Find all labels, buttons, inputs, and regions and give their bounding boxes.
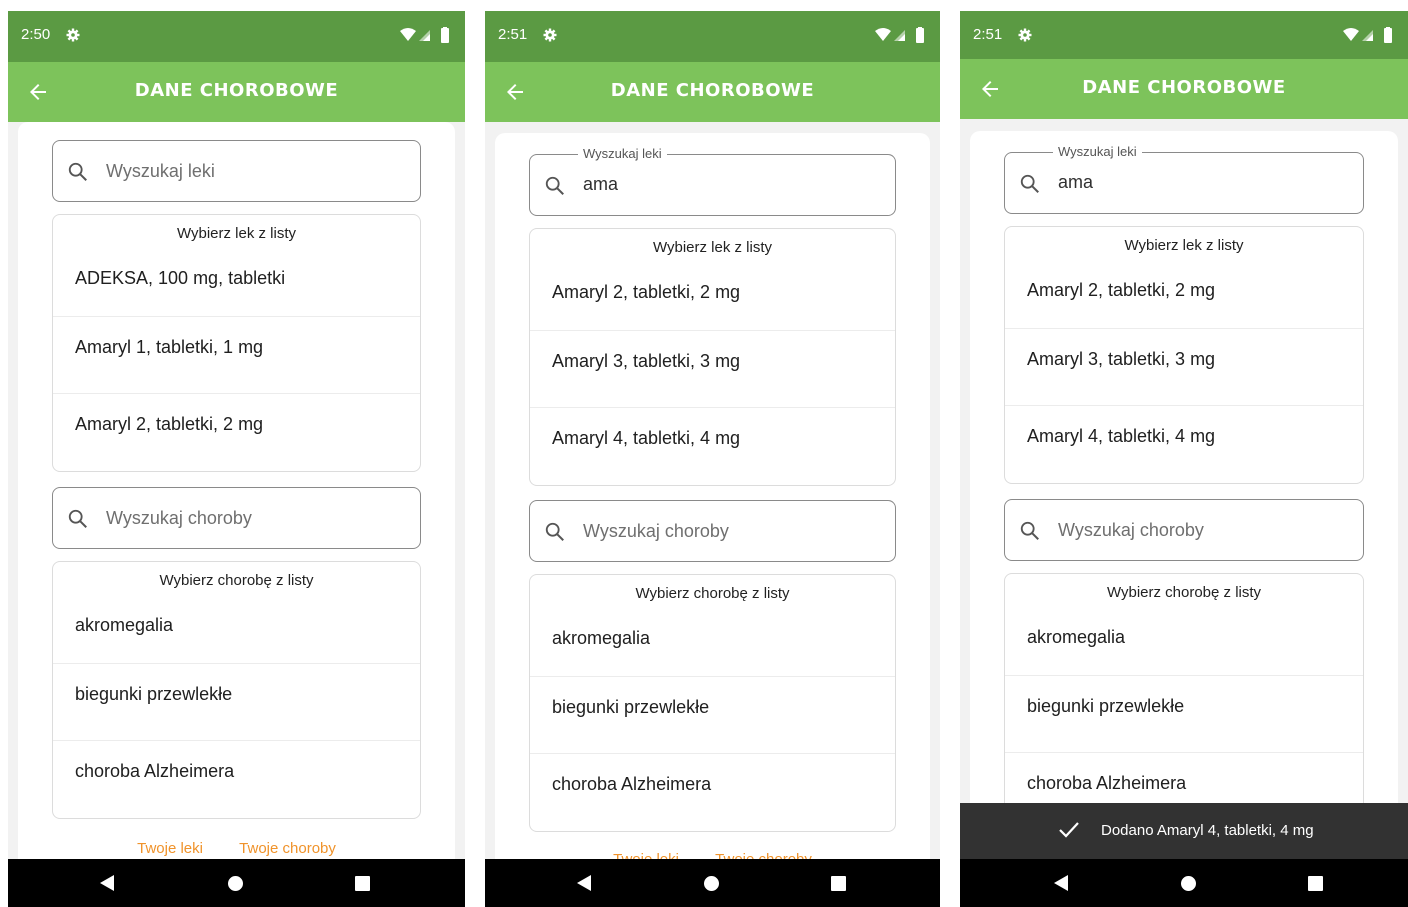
- content-card: Wyszukaj leki ama Wybierz lek z listy Am…: [495, 133, 930, 907]
- disease-list: Wybierz chorobę z listy akromegalia bieg…: [529, 574, 896, 832]
- search-icon: [545, 522, 564, 541]
- disease-list: Wybierz chorobę z listy akromegalia bieg…: [1004, 573, 1364, 831]
- disease-list-item[interactable]: choroba Alzheimera: [53, 741, 420, 818]
- status-bar: 2:51: [485, 11, 940, 62]
- navigation-bar: [960, 859, 1408, 907]
- status-time: 2:50: [21, 26, 51, 43]
- disease-list-item[interactable]: biegunki przewlekłe: [53, 664, 420, 741]
- app-title: DANE CHOROBOWE: [610, 80, 815, 101]
- disease-list-title: Wybierz chorobę z listy: [1106, 584, 1262, 601]
- search-icon: [1020, 521, 1039, 540]
- wifi-signal-battery-icon: [875, 27, 924, 43]
- disease-list-item[interactable]: biegunki przewlekłe: [1005, 676, 1363, 753]
- settings-icon: [543, 28, 557, 42]
- drug-list: Wybierz lek z listy ADEKSA, 100 mg, tabl…: [52, 214, 421, 472]
- drug-search-input[interactable]: Wyszukaj leki: [52, 140, 421, 202]
- disease-list-item[interactable]: biegunki przewlekłe: [530, 677, 895, 754]
- disease-search-placeholder: Wyszukaj choroby: [106, 508, 252, 528]
- drug-list-item[interactable]: Amaryl 4, tabletki, 4 mg: [1005, 406, 1363, 483]
- status-bar: 2:50: [8, 11, 465, 62]
- navigation-bar: [8, 859, 465, 907]
- status-time: 2:51: [973, 26, 1003, 43]
- phone-screen-2: 2:51 DANE CHOROBOWE Wyszukaj leki ama Wy…: [485, 11, 940, 907]
- footer-links: Twoje leki Twoje choroby: [18, 840, 455, 857]
- search-icon: [1020, 174, 1039, 193]
- my-drugs-link[interactable]: Twoje leki: [137, 840, 203, 857]
- content-card: Wyszukaj leki ama Wybierz lek z listy Am…: [970, 131, 1398, 907]
- nav-back-icon[interactable]: [1054, 875, 1068, 891]
- drug-list-title: Wybierz lek z listy: [652, 239, 773, 256]
- disease-list-title: Wybierz chorobę z listy: [159, 572, 314, 589]
- disease-list-item[interactable]: akromegalia: [53, 597, 420, 664]
- disease-list-title: Wybierz chorobę z listy: [635, 585, 790, 602]
- checkmark-icon: [1059, 822, 1079, 838]
- disease-list: Wybierz chorobę z listy akromegalia bieg…: [52, 561, 421, 819]
- drug-search-value: ama: [583, 174, 619, 194]
- disease-search-input[interactable]: Wyszukaj choroby: [52, 487, 421, 549]
- drug-list-title: Wybierz lek z listy: [1124, 237, 1244, 254]
- nav-recents-icon[interactable]: [831, 876, 846, 891]
- drug-search-label: Wyszukaj leki: [1053, 144, 1142, 159]
- search-icon: [68, 509, 87, 528]
- drug-list-item[interactable]: Amaryl 2, tabletki, 2 mg: [530, 264, 895, 331]
- drug-list-title: Wybierz lek z listy: [176, 225, 297, 242]
- settings-icon: [66, 28, 80, 42]
- content-card: Wyszukaj leki Wybierz lek z listy ADEKSA…: [18, 122, 455, 907]
- app-bar: DANE CHOROBOWE: [485, 62, 940, 122]
- navigation-bar: [485, 859, 940, 907]
- app-title: DANE CHOROBOWE: [134, 80, 339, 101]
- drug-list-item[interactable]: Amaryl 3, tabletki, 3 mg: [530, 331, 895, 408]
- drug-list-item[interactable]: Amaryl 3, tabletki, 3 mg: [1005, 329, 1363, 406]
- wifi-signal-battery-icon: [1343, 27, 1392, 43]
- drug-search-value: ama: [1058, 172, 1094, 192]
- nav-home-icon[interactable]: [704, 876, 719, 891]
- nav-back-icon[interactable]: [577, 875, 591, 891]
- drug-list: Wybierz lek z listy Amaryl 2, tabletki, …: [529, 228, 896, 486]
- nav-home-icon[interactable]: [228, 876, 243, 891]
- drug-search-label: Wyszukaj leki: [578, 146, 667, 161]
- drug-list-item[interactable]: Amaryl 4, tabletki, 4 mg: [530, 408, 895, 485]
- drug-list-item[interactable]: Amaryl 1, tabletki, 1 mg: [53, 317, 420, 394]
- status-time: 2:51: [498, 26, 528, 43]
- disease-search-input[interactable]: Wyszukaj choroby: [529, 500, 896, 562]
- disease-list-item[interactable]: akromegalia: [1005, 609, 1363, 676]
- snackbar-message: Dodano Amaryl 4, tabletki, 4 mg: [1101, 822, 1314, 839]
- search-icon: [545, 176, 564, 195]
- my-diseases-link[interactable]: Twoje choroby: [239, 840, 336, 857]
- phone-screen-3: 2:51 DANE CHOROBOWE Wyszukaj leki ama Wy…: [960, 11, 1408, 907]
- nav-recents-icon[interactable]: [1308, 876, 1323, 891]
- drug-list-item[interactable]: ADEKSA, 100 mg, tabletki: [53, 250, 420, 317]
- drug-search-placeholder: Wyszukaj leki: [106, 161, 215, 181]
- drug-list: Wybierz lek z listy Amaryl 2, tabletki, …: [1004, 226, 1364, 484]
- disease-list-item[interactable]: akromegalia: [530, 610, 895, 677]
- nav-back-icon[interactable]: [100, 875, 114, 891]
- drug-search-input[interactable]: Wyszukaj leki ama: [529, 146, 896, 216]
- nav-home-icon[interactable]: [1181, 876, 1196, 891]
- drug-list-item[interactable]: Amaryl 2, tabletki, 2 mg: [1005, 262, 1363, 329]
- status-bar: 2:51: [960, 11, 1408, 59]
- app-bar: DANE CHOROBOWE: [960, 59, 1408, 119]
- disease-search-input[interactable]: Wyszukaj choroby: [1004, 499, 1364, 561]
- wifi-signal-battery-icon: [400, 27, 449, 43]
- search-icon: [68, 162, 87, 181]
- drug-search-input[interactable]: Wyszukaj leki ama: [1004, 144, 1364, 214]
- settings-icon: [1018, 28, 1032, 42]
- phone-screen-1: 2:50 DANE CHOROBOWE Wyszukaj leki Wybier…: [8, 11, 465, 907]
- nav-recents-icon[interactable]: [355, 876, 370, 891]
- disease-search-placeholder: Wyszukaj choroby: [1058, 520, 1204, 540]
- drug-list-item[interactable]: Amaryl 2, tabletki, 2 mg: [53, 394, 420, 471]
- disease-list-item[interactable]: choroba Alzheimera: [530, 754, 895, 831]
- app-title: DANE CHOROBOWE: [1082, 77, 1286, 98]
- app-bar: DANE CHOROBOWE: [8, 62, 465, 122]
- snackbar: Dodano Amaryl 4, tabletki, 4 mg: [960, 803, 1408, 859]
- disease-search-placeholder: Wyszukaj choroby: [583, 521, 729, 541]
